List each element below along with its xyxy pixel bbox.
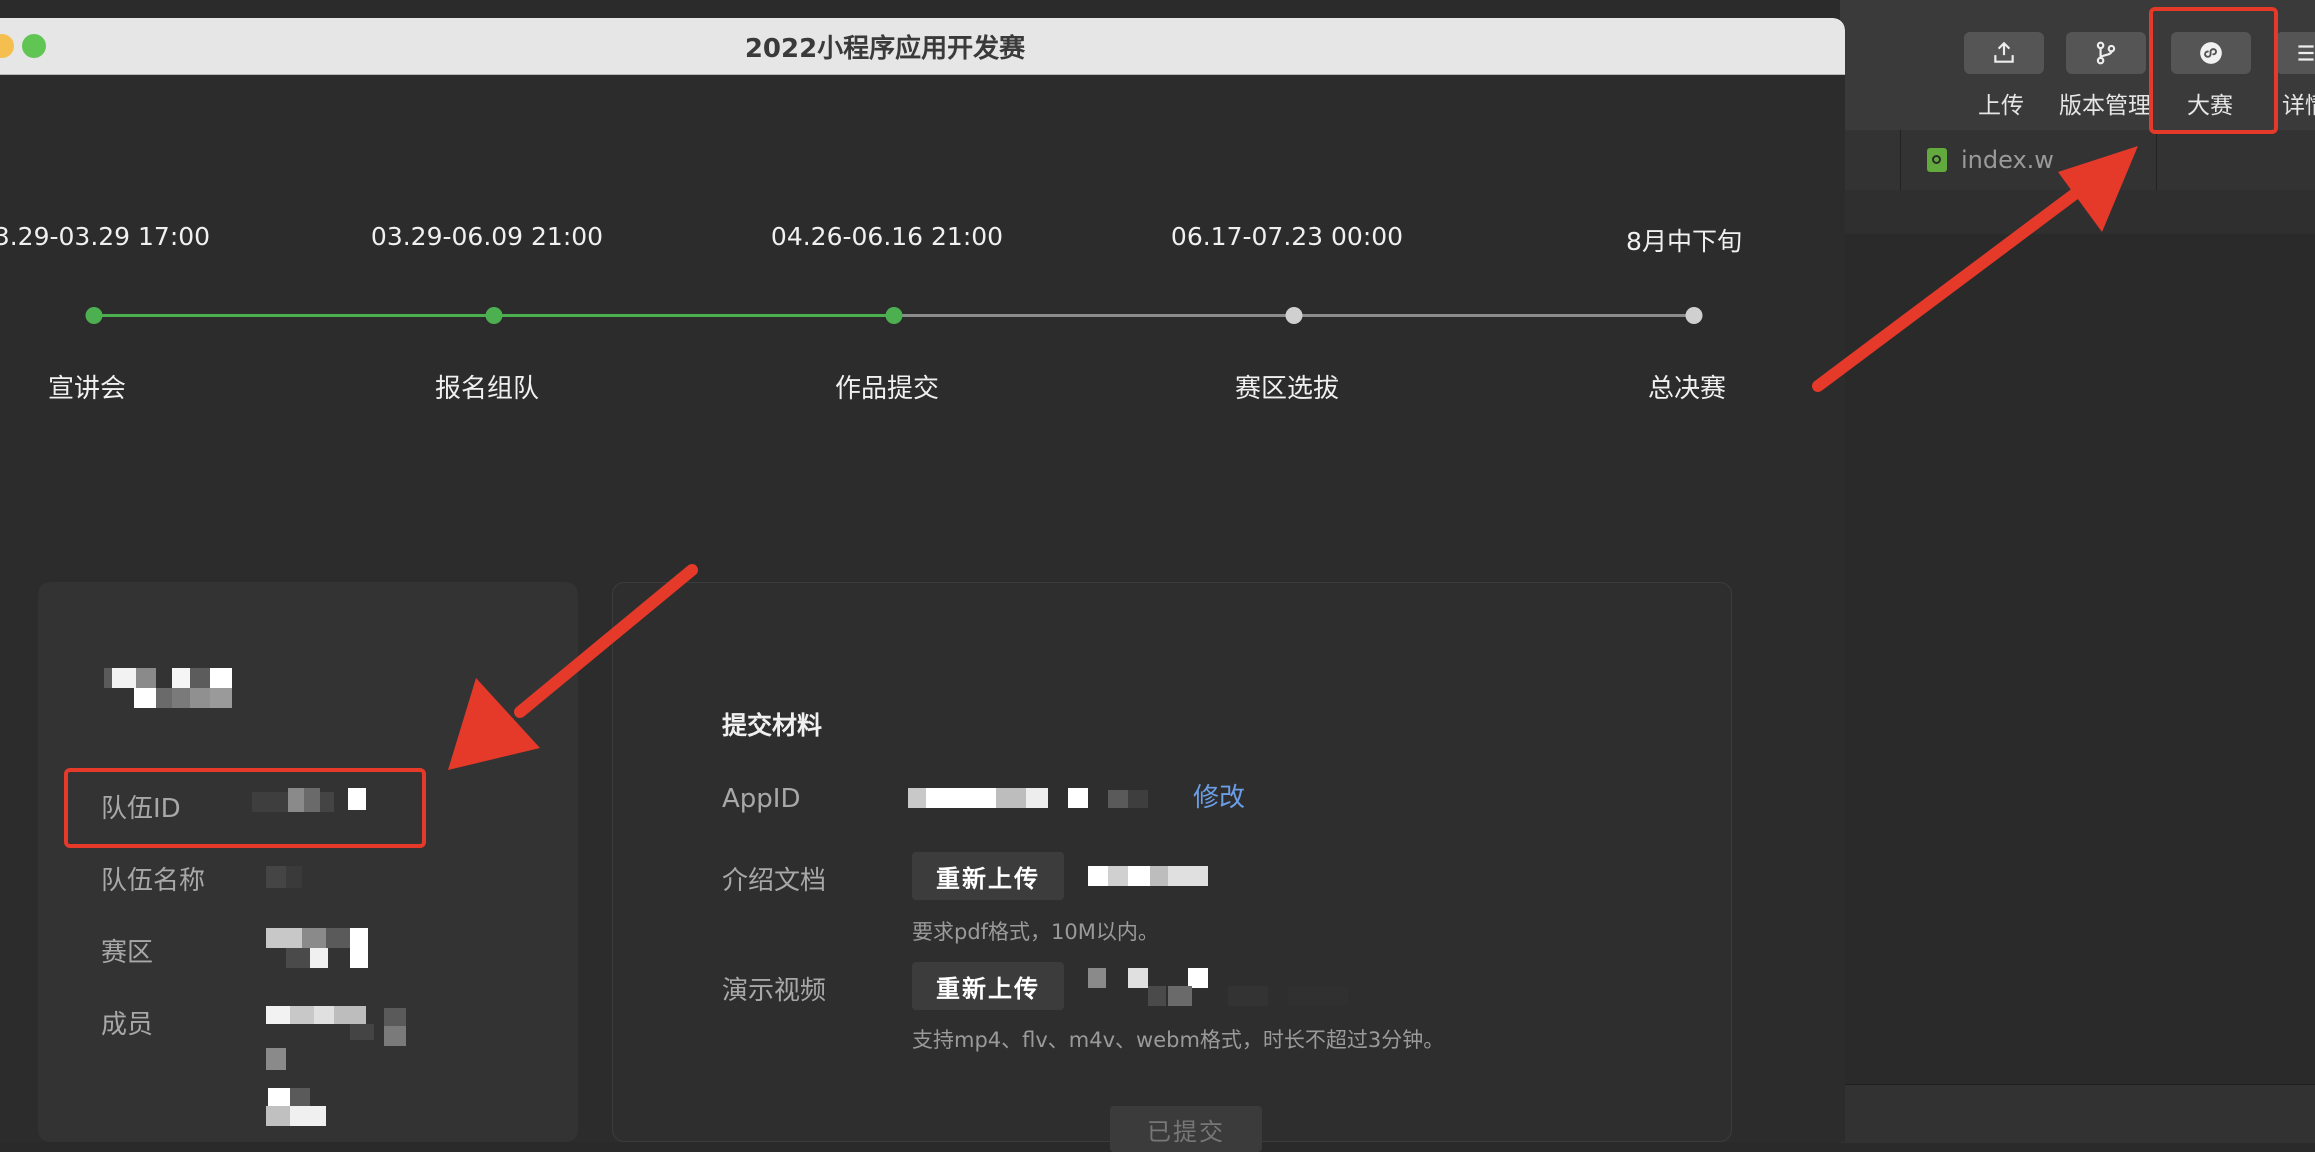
editor-tab-label: index.w xyxy=(1961,146,2054,174)
menu-icon xyxy=(2298,45,2314,61)
timeline-date: 06.17-07.23 00:00 xyxy=(1170,222,1404,251)
editor-tab-index[interactable]: index.w xyxy=(1900,130,2157,190)
submitted-button: 已提交 xyxy=(1110,1106,1262,1152)
redacted-members xyxy=(266,1006,412,1126)
redacted-team-avatar xyxy=(104,668,234,708)
timeline-label: 作品提交 xyxy=(834,374,940,404)
timeline-dot-done xyxy=(485,307,503,324)
window-title: 2022小程序应用开发赛 xyxy=(744,34,1026,64)
timeline-dot-current xyxy=(885,307,903,324)
video-label: 演示视频 xyxy=(722,976,827,1006)
detail-label: 详情 xyxy=(2282,93,2315,119)
redacted-appid xyxy=(908,788,1168,810)
upload-icon xyxy=(1994,41,2014,63)
reupload-doc-button[interactable]: 重新上传 xyxy=(912,852,1064,900)
timeline-date: 03.29-03.29 17:00 xyxy=(0,222,211,251)
timeline-label: 总决赛 xyxy=(1647,374,1727,404)
modify-appid-link[interactable]: 修改 xyxy=(1193,777,1245,814)
modal-titlebar: 2022小程序应用开发赛 xyxy=(0,18,1845,75)
region-label: 赛区 xyxy=(101,938,154,968)
timeline-label: 赛区选拔 xyxy=(1234,374,1340,404)
reupload-video-button[interactable]: 重新上传 xyxy=(912,962,1064,1010)
redacted-doc-filename xyxy=(1088,866,1210,888)
detail-button[interactable] xyxy=(2276,32,2315,74)
upload-label: 上传 xyxy=(1978,93,2024,119)
team-name-label: 队伍名称 xyxy=(101,866,206,896)
editor-subbar xyxy=(1840,190,2315,235)
timeline-date: 04.26-06.16 21:00 xyxy=(770,222,1004,251)
appid-label: AppID xyxy=(722,784,801,814)
timeline-line-pending xyxy=(1294,314,1694,317)
section-title: 提交材料 xyxy=(722,711,823,740)
redacted-video-filename xyxy=(1088,968,1408,1008)
annotation-highlight-contest xyxy=(2149,7,2278,134)
file-icon xyxy=(1927,148,1947,172)
timeline-date: 03.29-06.09 21:00 xyxy=(370,222,604,251)
video-format-hint: 支持mp4、flv、m4v、webm格式，时长不超过3分钟。 xyxy=(912,1028,1445,1052)
code-editor[interactable] xyxy=(1840,234,2315,1084)
timeline-line-pending xyxy=(894,314,1294,317)
redacted-region xyxy=(266,928,370,968)
doc-format-hint: 要求pdf格式，10M以内。 xyxy=(912,920,1159,944)
redacted-team-name xyxy=(266,866,306,888)
timeline-date: 8月中下旬 xyxy=(1626,227,1742,256)
annotation-highlight-team-id xyxy=(64,768,426,848)
members-label: 成员 xyxy=(101,1010,154,1040)
timeline-dot-pending xyxy=(1685,307,1703,324)
timeline-line-done xyxy=(494,314,894,317)
status-bar xyxy=(1840,1084,2315,1143)
timeline-line-done xyxy=(94,314,494,317)
timeline-dot-done xyxy=(85,307,103,324)
doc-label: 介绍文档 xyxy=(722,866,827,896)
timeline-label: 报名组队 xyxy=(434,374,540,404)
timeline-label: 宣讲会 xyxy=(47,374,127,404)
branch-icon xyxy=(2096,41,2116,65)
timeline-dot-pending xyxy=(1285,307,1303,324)
version-button[interactable] xyxy=(2066,32,2146,74)
upload-button[interactable] xyxy=(1964,32,2044,74)
